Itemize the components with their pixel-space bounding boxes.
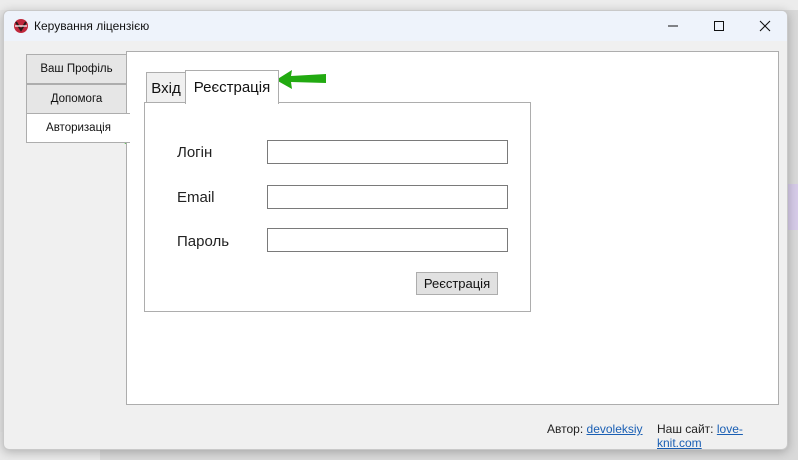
sidebar-tab-help[interactable]: Допомога bbox=[26, 84, 127, 114]
register-button[interactable]: Реєстрація bbox=[416, 272, 498, 295]
sidebar-tab-label: Допомога bbox=[50, 93, 103, 105]
title-bar: Керування ліцензією bbox=[4, 11, 787, 41]
sidebar-tab-authorization[interactable]: Авторизація bbox=[26, 113, 130, 143]
login-input[interactable] bbox=[267, 140, 508, 164]
password-label: Пароль bbox=[177, 233, 230, 250]
sidebar-tab-profile[interactable]: Ваш Профіль bbox=[26, 54, 127, 84]
tab-label: Реєстрація bbox=[193, 79, 271, 96]
annotation-arrow-icon bbox=[276, 70, 326, 89]
close-button[interactable] bbox=[742, 11, 787, 41]
minimize-icon bbox=[668, 25, 678, 27]
app-logo-icon bbox=[14, 19, 28, 33]
maximize-button[interactable] bbox=[696, 11, 742, 41]
login-label: Логін bbox=[177, 144, 213, 161]
minimize-button[interactable] bbox=[650, 11, 696, 41]
registration-form: Логін Email Пароль Реєстрація bbox=[144, 102, 531, 312]
background-desktop bbox=[0, 0, 798, 10]
sidebar-tab-label: Авторизація bbox=[46, 122, 111, 134]
content-panel: Вхід Реєстрація Логін Email Пароль Реєст… bbox=[126, 51, 779, 405]
license-window: Керування ліцензією Ваш Профіль Допомога… bbox=[3, 10, 788, 450]
site-info: Наш сайт: love-knit.com bbox=[657, 422, 787, 449]
tab-label: Вхід bbox=[151, 79, 181, 97]
tab-login[interactable]: Вхід bbox=[146, 72, 186, 103]
site-label: Наш сайт: bbox=[657, 422, 714, 436]
email-input[interactable] bbox=[267, 185, 508, 209]
close-icon bbox=[759, 20, 771, 32]
password-input[interactable] bbox=[267, 228, 508, 252]
sidebar-tab-label: Ваш Профіль bbox=[40, 63, 113, 75]
email-label: Email bbox=[177, 189, 215, 206]
tab-registration[interactable]: Реєстрація bbox=[185, 70, 279, 104]
author-link[interactable]: devoleksiy bbox=[587, 422, 643, 436]
author-info: Автор: devoleksiy bbox=[547, 422, 643, 436]
author-label: Автор: bbox=[547, 422, 584, 436]
maximize-icon bbox=[714, 21, 724, 31]
window-title: Керування ліцензією bbox=[34, 19, 150, 33]
